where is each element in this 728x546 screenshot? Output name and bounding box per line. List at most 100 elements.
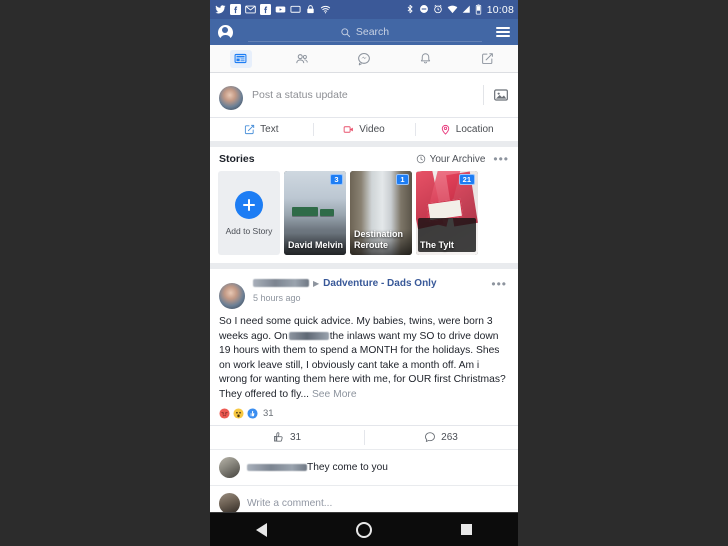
avatar[interactable] [219,456,240,478]
youtube-icon [275,4,286,15]
cast-icon [290,4,301,15]
post-group-name[interactable]: Dadventure - Dads Only [323,278,436,289]
friends-icon [291,50,313,68]
search-icon [340,27,351,38]
your-archive-label: Your Archive [429,153,486,165]
thumbs-up-icon [273,431,285,443]
plus-icon [235,190,263,219]
story-badge: 3 [330,174,343,185]
stories-title: Stories [219,153,255,165]
like-reaction-icon [247,408,258,419]
tab-menu[interactable] [456,45,518,72]
tab-messenger[interactable] [333,45,395,72]
stories-section: Stories Your Archive ••• Add to Story 3 … [210,147,518,263]
alarm-icon [433,4,444,15]
quick-action-label: Video [359,124,385,135]
tab-notifications[interactable] [395,45,457,72]
tab-news-feed[interactable] [210,45,272,72]
post-action-bar: 31 263 [210,424,518,449]
write-comment-row[interactable]: Write a comment... [210,484,518,512]
location-icon [440,124,451,135]
add-to-story-label: Add to Story [225,225,273,236]
nav-home-button[interactable] [338,517,390,543]
redacted-text [288,331,329,340]
quick-action-location[interactable]: Location [415,118,518,141]
gmail-icon [245,4,256,15]
feed-post: ▶ Dadventure - Dads Only 5 hours ago •••… [210,269,518,512]
like-button[interactable]: 31 [210,426,364,449]
quick-action-row: Text Video Location [210,117,518,141]
quick-action-label: Location [455,124,494,135]
overflow-dots-icon[interactable]: ••• [493,153,509,165]
your-archive-button[interactable]: Your Archive [416,153,486,165]
comment-content: They come to you [247,462,388,473]
post-author-line: ▶ Dadventure - Dads Only [253,277,491,289]
facebook-icon [230,4,241,15]
avatar [219,492,240,512]
do-not-disturb-icon [419,4,430,15]
add-to-story-button[interactable]: Add to Story [218,171,280,255]
clock-icon [416,154,426,164]
post-reactions[interactable]: 31 [210,403,518,425]
story-name: Destination Reroute [354,229,404,250]
comment-button[interactable]: 263 [364,426,518,449]
overflow-dots-icon[interactable]: ••• [491,277,509,291]
search-bar[interactable]: Search [233,26,496,38]
lock-icon [305,4,316,15]
redacted-author-name [253,279,309,287]
avatar [219,86,243,110]
story-badge: 21 [458,174,475,185]
stories-row[interactable]: Add to Story 3 David Melvin 1 Destinatio… [210,171,518,255]
facebook-header: Search [210,19,518,45]
nav-recents-button[interactable] [441,517,493,543]
battery-icon [475,4,482,15]
angry-reaction-icon [219,408,230,419]
navigation-tab-bar [210,45,518,73]
messenger-icon [353,50,375,68]
phone-screen: 10:08 Search Post a status update Text V… [210,0,518,546]
status-composer[interactable]: Post a status update [210,73,518,117]
photo-icon[interactable] [493,87,509,103]
compose-icon [476,50,498,68]
tab-friends[interactable] [272,45,334,72]
wifi-icon [447,4,458,15]
bluetooth-icon [405,4,416,15]
comment-body: They come to you [307,461,388,473]
comment-count: 263 [441,431,458,443]
nav-back-button[interactable] [235,517,287,543]
see-more-link[interactable]: See More [312,389,357,400]
redacted-commenter-name [247,463,307,471]
recents-square-icon [461,524,473,535]
feed-scroll-area[interactable]: Post a status update Text Video Location… [210,45,518,512]
wow-reaction-icon [233,408,244,419]
profile-avatar-icon[interactable] [218,24,233,40]
divider [483,85,484,105]
story-name: The Tylt [420,240,454,250]
status-input-placeholder[interactable]: Post a status update [243,89,483,101]
text-icon [244,124,255,135]
hamburger-menu-icon[interactable] [496,24,510,39]
status-clock: 10:08 [486,3,514,16]
story-badge: 1 [396,174,409,185]
story-card[interactable]: 3 David Melvin [284,171,346,255]
quick-action-text[interactable]: Text [210,118,313,141]
comment-item[interactable]: They come to you [210,448,518,485]
status-system-icons: 10:08 [405,4,514,16]
quick-action-video[interactable]: Video [312,118,416,141]
video-icon [343,124,354,135]
facebook-icon [260,4,271,15]
wifi-icon [320,4,331,15]
post-meta: ▶ Dadventure - Dads Only 5 hours ago [245,277,491,303]
android-navigation-bar [210,512,518,546]
story-card[interactable]: 21 The Tylt [416,171,478,255]
screenshot-canvas: 10:08 Search Post a status update Text V… [0,0,728,546]
avatar[interactable] [219,283,245,309]
signal-icon [461,4,472,15]
comment-bubble-icon [424,431,436,443]
story-card[interactable]: 1 Destination Reroute [350,171,412,255]
quick-action-label: Text [260,124,279,135]
status-composer-card: Post a status update Text Video Location [210,73,518,141]
comment-input-placeholder[interactable]: Write a comment... [247,498,332,509]
stories-header: Stories Your Archive ••• [210,153,518,171]
post-header: ▶ Dadventure - Dads Only 5 hours ago ••• [210,269,518,309]
